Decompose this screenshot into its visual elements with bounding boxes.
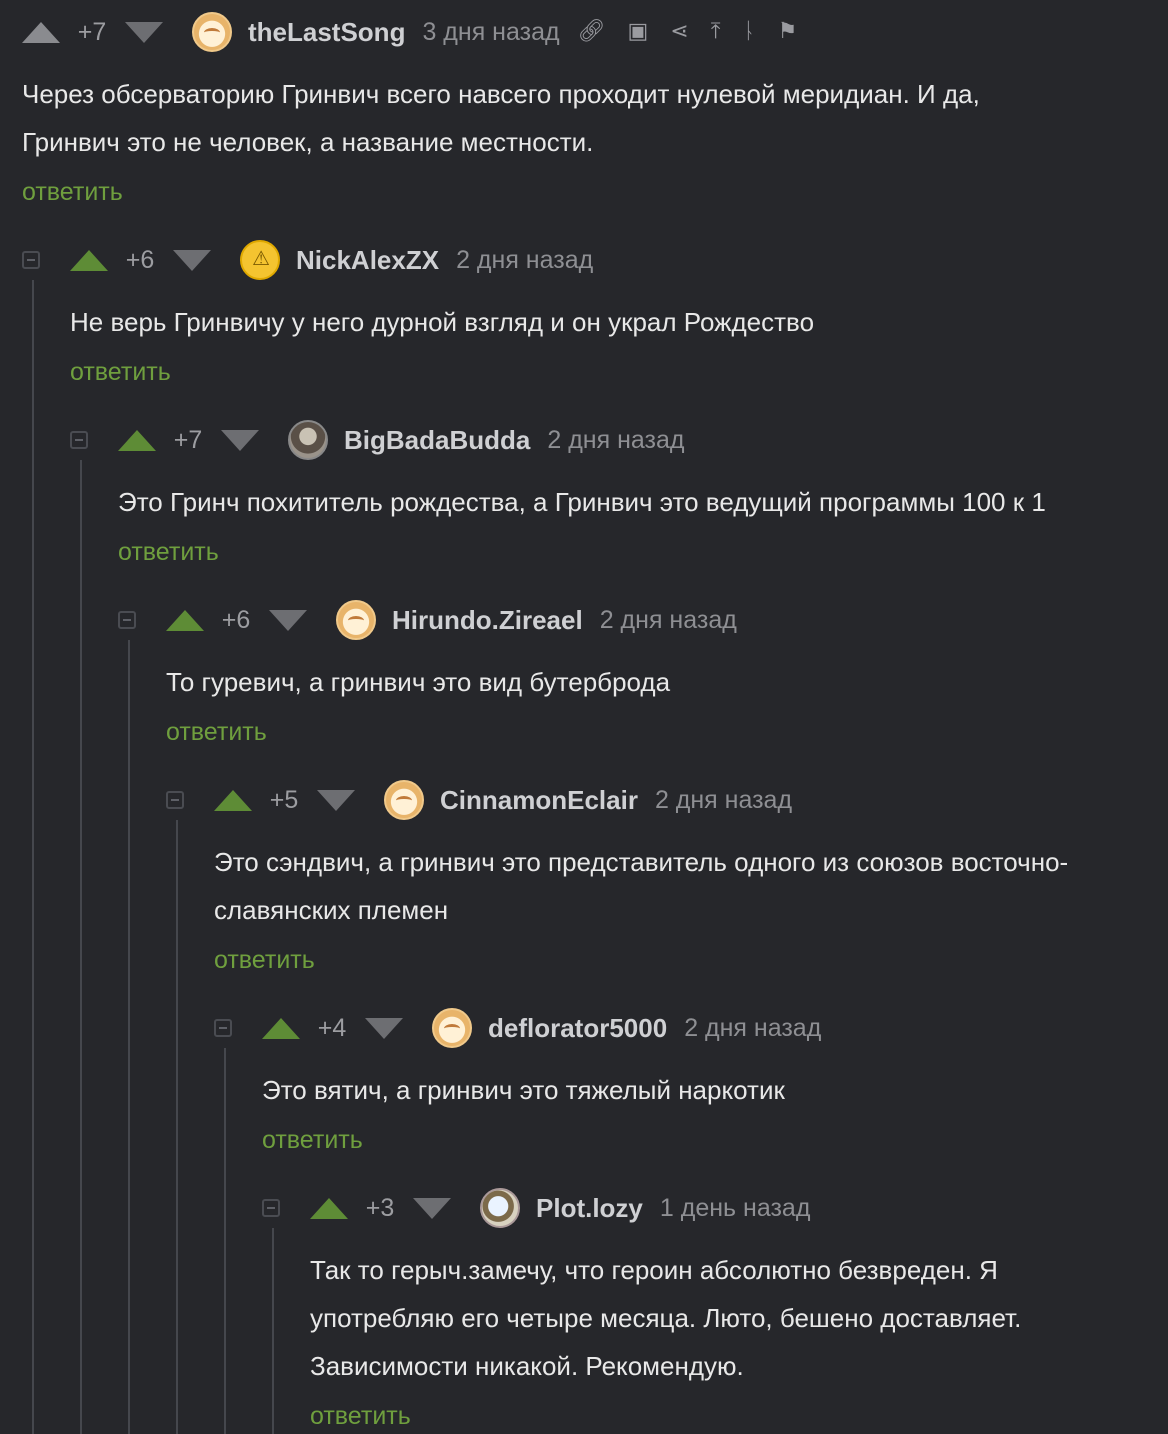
username[interactable]: deflorator5000 (488, 1013, 667, 1044)
thread-line[interactable] (176, 820, 178, 1434)
collapse-button[interactable] (214, 1019, 232, 1037)
comment-text: Так то герыч.замечу, что героин абсолютн… (310, 1246, 1021, 1390)
comment-time[interactable]: 2 дня назад (684, 1014, 821, 1043)
downvote-icon[interactable] (125, 21, 163, 43)
comment-text: Это вятич, а гринвич это тяжелый наркоти… (262, 1066, 785, 1114)
collapse-button[interactable] (262, 1199, 280, 1217)
reply-link[interactable]: ответить (118, 538, 219, 567)
comment-text: То гуревич, а гринвич это вид бутерброда (166, 658, 670, 706)
downvote-icon[interactable] (221, 429, 259, 451)
collapse-button[interactable] (118, 611, 136, 629)
username[interactable]: BigBadaBudda (344, 425, 530, 456)
avatar[interactable] (480, 1188, 520, 1228)
upvote-icon[interactable] (118, 429, 156, 451)
collapse-button[interactable] (166, 791, 184, 809)
comment-time[interactable]: 3 дня назад (422, 18, 559, 47)
upvote-icon[interactable] (262, 1017, 300, 1039)
comment-text: Это Гринч похититель рождества, а Гринви… (118, 478, 1046, 526)
upvote-icon[interactable] (22, 21, 60, 43)
comment-header: +5 CinnamonEclair 2 дня назад (166, 778, 792, 822)
avatar[interactable] (432, 1008, 472, 1048)
comment-line: Это сэндвич, а гринвич это представитель… (214, 847, 1069, 877)
comment-rating: +7 (173, 425, 203, 454)
comment-rating: +6 (125, 245, 155, 274)
comment-line: То гуревич, а гринвич это вид бутерброда (166, 667, 671, 697)
comment-header: +7 BigBadaBudda 2 дня назад (70, 418, 684, 462)
thread-line[interactable] (80, 460, 82, 1434)
comment-header: +7 theLastSong 3 дня назад 🔗︎ ▣ ⋖ ⤒ ᚿ ⚑ (22, 10, 819, 54)
comment-time[interactable]: 1 день назад (660, 1194, 811, 1223)
reply-link[interactable]: ответить (70, 358, 171, 387)
comment-rating: +6 (221, 605, 251, 634)
downvote-icon[interactable] (413, 1197, 451, 1219)
scroll-top-icon[interactable]: ⤒ (711, 21, 721, 43)
thread-line[interactable] (224, 1048, 226, 1434)
avatar[interactable] (288, 420, 328, 460)
comment-line: Гринвич это не человек, а название местн… (22, 127, 594, 157)
comment-time[interactable]: 2 дня назад (655, 786, 792, 815)
branch-icon[interactable]: ᚿ (742, 21, 755, 43)
comment-time[interactable]: 2 дня назад (547, 426, 684, 455)
reply-link[interactable]: ответить (166, 718, 267, 747)
comment-line: Так то герыч.замечу, что героин абсолютн… (310, 1255, 998, 1285)
thread-line[interactable] (128, 640, 130, 1434)
downvote-icon[interactable] (173, 249, 211, 271)
comment-rating: +3 (365, 1193, 395, 1222)
comment-rating: +4 (317, 1013, 347, 1042)
report-flag-icon[interactable]: ⚑ (778, 21, 798, 43)
comment-line: Это вятич, а гринвич это тяжелый наркоти… (262, 1075, 785, 1105)
comment-rating: +5 (269, 785, 299, 814)
avatar[interactable] (384, 780, 424, 820)
downvote-icon[interactable] (365, 1017, 403, 1039)
save-icon[interactable]: ▣ (628, 21, 649, 43)
comment-line: Зависимости никакой. Рекомендую. (310, 1351, 744, 1381)
upvote-icon[interactable] (166, 609, 204, 631)
upvote-icon[interactable] (70, 249, 108, 271)
collapse-button[interactable] (70, 431, 88, 449)
comment-time[interactable]: 2 дня назад (600, 606, 737, 635)
reply-link[interactable]: ответить (262, 1126, 363, 1155)
collapse-button[interactable] (22, 251, 40, 269)
upvote-icon[interactable] (214, 789, 252, 811)
comment-line: Через обсерваторию Гринвич всего навсего… (22, 79, 980, 109)
avatar[interactable] (240, 240, 280, 280)
reply-link[interactable]: ответить (22, 178, 123, 207)
comment-header: +6 Hirundo.Zireael 2 дня назад (118, 598, 737, 642)
comment-rating: +7 (77, 17, 107, 46)
comment-header: +3 Plot.lozy 1 день назад (262, 1186, 810, 1230)
comment-line: Не верь Гринвичу у него дурной взгляд и … (70, 307, 815, 337)
username[interactable]: Hirundo.Zireael (392, 605, 583, 636)
comment-text: Не верь Гринвичу у него дурной взгляд и … (70, 298, 814, 346)
username[interactable]: NickAlexZX (296, 245, 439, 276)
thread-line[interactable] (272, 1228, 274, 1434)
comment-line: Это Гринч похититель рождества, а Гринви… (118, 487, 1046, 517)
comment-time[interactable]: 2 дня назад (456, 246, 593, 275)
comment-line: употребляю его четыре месяца. Люто, беше… (310, 1303, 1022, 1333)
link-icon[interactable]: 🔗︎ (578, 21, 606, 43)
avatar[interactable] (192, 12, 232, 52)
username[interactable]: CinnamonEclair (440, 785, 638, 816)
comment-header: +6 NickAlexZX 2 дня назад (22, 238, 593, 282)
reply-link[interactable]: ответить (214, 946, 315, 975)
comment-text: Это сэндвич, а гринвич это представитель… (214, 838, 1068, 934)
reply-link[interactable]: ответить (310, 1402, 411, 1431)
comment-line: славянских племен (214, 895, 449, 925)
avatar[interactable] (336, 600, 376, 640)
share-icon[interactable]: ⋖ (670, 21, 688, 43)
username[interactable]: Plot.lozy (536, 1193, 643, 1224)
comment-header: +4 deflorator5000 2 дня назад (214, 1006, 821, 1050)
downvote-icon[interactable] (269, 609, 307, 631)
thread-line[interactable] (32, 280, 34, 1434)
downvote-icon[interactable] (317, 789, 355, 811)
comment-toolbar: 🔗︎ ▣ ⋖ ⤒ ᚿ ⚑ (578, 21, 820, 43)
comment-text: Через обсерваторию Гринвич всего навсего… (22, 70, 980, 166)
username[interactable]: theLastSong (248, 17, 405, 48)
upvote-icon[interactable] (310, 1197, 348, 1219)
